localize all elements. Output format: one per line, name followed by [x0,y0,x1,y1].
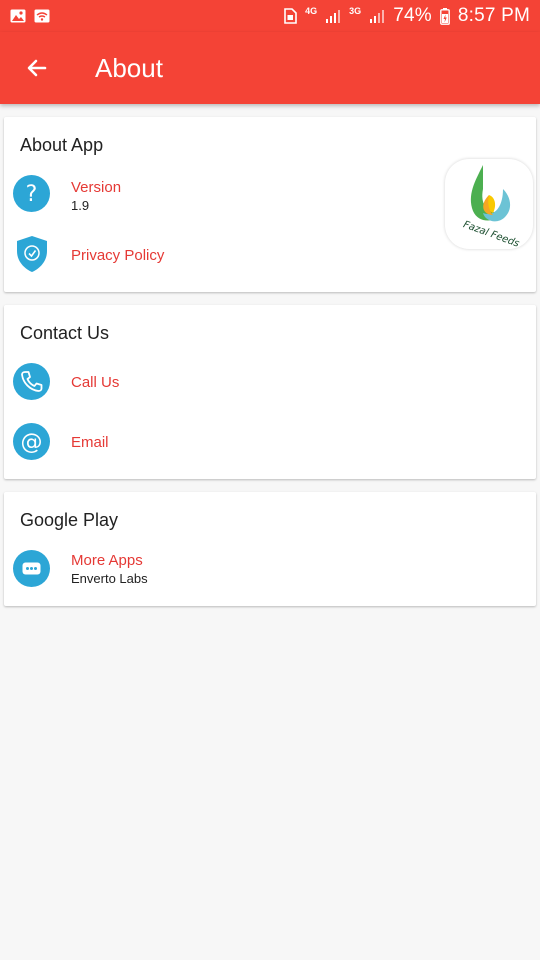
more-apps-row[interactable]: More Apps Enverto Labs [4,547,536,597]
gallery-notification-icon [10,9,26,23]
battery-icon [439,7,450,25]
page-title: About [95,52,163,83]
signal-icon-2 [369,9,385,23]
email-label: Email [71,434,109,451]
logo-text: Fazal Feeds [462,219,521,249]
more-apps-icon [13,550,50,587]
clock: 8:57 PM [457,5,530,26]
wifi-notification-icon [34,9,50,23]
about-app-card: About App ? Version 1.9 Privacy Policy F… [4,117,536,292]
sim-card-icon [283,8,297,24]
phone-icon [13,363,50,400]
call-us-row[interactable]: Call Us [4,360,536,410]
contact-us-title: Contact Us [20,323,110,343]
developer-name: Enverto Labs [71,571,148,586]
google-play-title: Google Play [20,510,119,530]
status-bar: 4G 3G 74% 8:57 PM [0,0,540,32]
google-play-card: Google Play More Apps Enverto Labs [4,492,536,606]
network-type-4g: 4G [305,5,318,16]
battery-percent: 74% [393,5,432,26]
at-sign-icon: @ [13,423,50,460]
email-row[interactable]: @ Email [4,420,536,470]
svg-text:?: ? [26,182,38,207]
app-bar: About [0,32,540,104]
about-app-title: About App [20,135,104,155]
contact-us-card: Contact Us Call Us @ Email [4,305,536,479]
svg-text:@: @ [21,430,43,455]
shield-icon [13,235,50,272]
call-us-label: Call Us [71,374,120,391]
help-icon: ? [13,175,50,212]
privacy-policy-label: Privacy Policy [71,247,165,264]
version-value: 1.9 [71,198,90,213]
version-label: Version [71,179,122,196]
more-apps-label: More Apps [71,552,143,569]
app-logo: Fazal Feeds [445,159,533,250]
signal-icon [325,9,341,23]
back-button[interactable] [0,32,74,104]
network-type-3g: 3G [349,5,362,16]
arrow-left-icon [27,59,47,77]
